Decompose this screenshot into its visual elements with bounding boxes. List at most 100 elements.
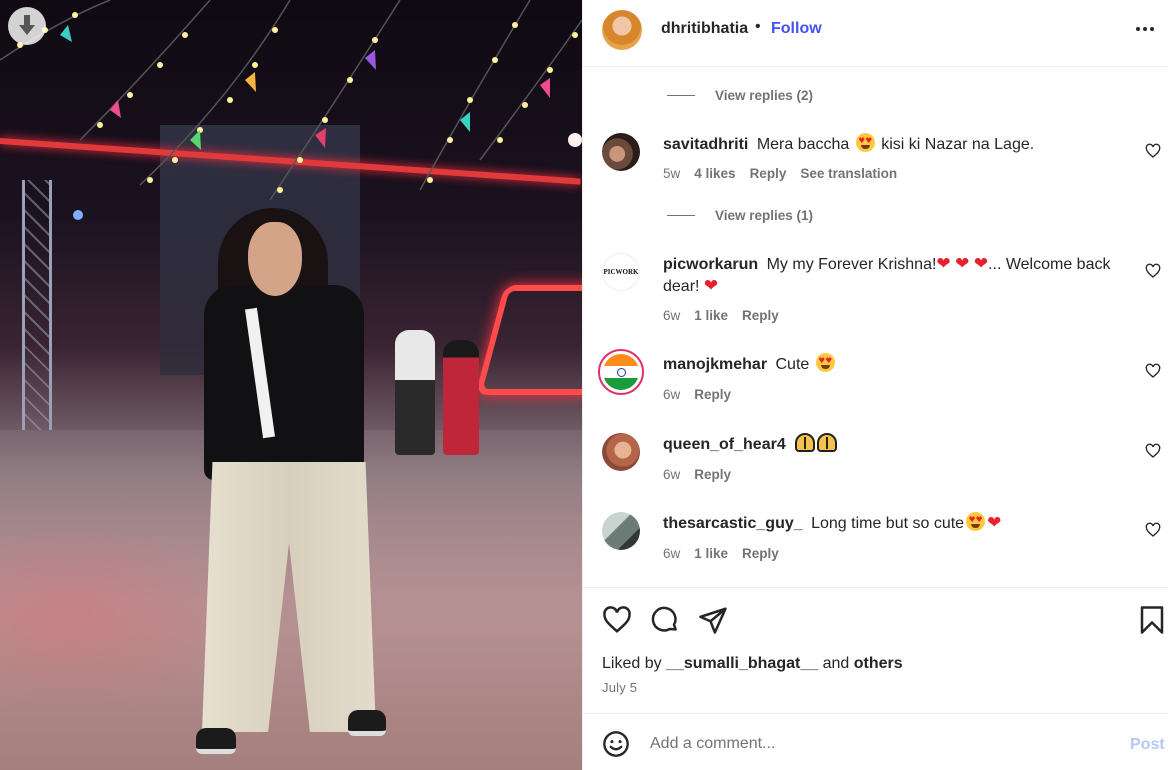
- left-shoe: [196, 728, 236, 754]
- liked-by-others-link[interactable]: others: [854, 655, 903, 672]
- download-button[interactable]: [8, 7, 46, 45]
- post-actions: Liked by __sumalli_bhagat__ and others J…: [583, 587, 1168, 713]
- post-date[interactable]: July 5: [602, 680, 637, 695]
- see-translation-button[interactable]: See translation: [800, 166, 897, 181]
- liked-by-and: and: [822, 655, 850, 672]
- comment-meta: 6w Reply: [663, 467, 731, 482]
- heart-eyes-emoji-icon: [815, 353, 835, 372]
- comment-likes[interactable]: 1 like: [694, 546, 728, 561]
- reply-button[interactable]: Reply: [750, 166, 787, 181]
- heart-eyes-emoji-icon: [855, 133, 875, 152]
- emoji-picker-icon[interactable]: [602, 730, 630, 758]
- heart-eyes-emoji-icon: [966, 512, 986, 531]
- background-person: [443, 340, 479, 455]
- comment-meta: 5w 4 likes Reply See translation: [663, 166, 897, 181]
- comment-text-part: Long time but so cute: [811, 515, 965, 532]
- red-heart-emoji-icon: ❤: [936, 254, 951, 273]
- red-heart-emoji-icon: ❤: [955, 254, 970, 273]
- commenter-avatar[interactable]: [602, 133, 640, 171]
- more-options-button[interactable]: [1131, 17, 1159, 41]
- comment-like-heart-icon[interactable]: [1145, 522, 1161, 538]
- hands-emoji-icon: [795, 433, 816, 452]
- cargo-pants: [202, 462, 376, 732]
- liked-by-summary: Liked by __sumalli_bhagat__ and others: [602, 655, 903, 673]
- picwork-logo-text: PICWORK: [603, 268, 639, 276]
- reply-button[interactable]: Reply: [742, 308, 779, 323]
- commenter-avatar[interactable]: PICWORK: [602, 253, 640, 291]
- comment-input[interactable]: [650, 730, 1090, 758]
- author-username[interactable]: dhritibhatia: [661, 20, 748, 38]
- comment-text-part: Mera baccha: [756, 136, 850, 153]
- commenter-avatar[interactable]: [602, 433, 640, 471]
- comment-time[interactable]: 6w: [663, 308, 680, 323]
- commenter-avatar[interactable]: [602, 512, 640, 550]
- post-header: dhritibhatia • Follow: [583, 0, 1168, 67]
- view-replies-label: View replies (2): [715, 88, 814, 103]
- comment-text: queen_of_hear4: [663, 433, 1133, 455]
- view-replies-button[interactable]: View replies (2): [667, 88, 813, 103]
- chakra-icon: [616, 367, 626, 377]
- comment-meta: 6w Reply: [663, 387, 731, 402]
- reply-button[interactable]: Reply: [742, 546, 779, 561]
- liked-by-username[interactable]: __sumalli_bhagat__: [666, 655, 818, 672]
- right-shoe: [348, 710, 386, 736]
- post-side-panel: dhritibhatia • Follow View replies (2) s…: [582, 0, 1168, 770]
- comment-time[interactable]: 5w: [663, 166, 680, 181]
- reply-button[interactable]: Reply: [694, 467, 731, 482]
- share-send-icon[interactable]: [698, 605, 728, 635]
- comment-time[interactable]: 6w: [663, 546, 680, 561]
- comments-list[interactable]: View replies (2) savitadhriti Mera bacch…: [583, 67, 1168, 587]
- commenter-username[interactable]: manojkmehar: [663, 356, 767, 373]
- comment-time[interactable]: 6w: [663, 387, 680, 402]
- follow-button[interactable]: Follow: [771, 20, 822, 38]
- more-horizontal-icon: [1136, 27, 1140, 31]
- commenter-username[interactable]: savitadhriti: [663, 136, 748, 153]
- comment-likes[interactable]: 4 likes: [694, 166, 735, 181]
- comment-meta: 6w 1 like Reply: [663, 546, 779, 561]
- liked-by-prefix: Liked by: [602, 655, 662, 672]
- comment-text: picworkarun My my Forever Krishna!❤ ❤ ❤.…: [663, 253, 1133, 297]
- comment-like-heart-icon[interactable]: [1145, 443, 1161, 459]
- like-heart-icon[interactable]: [602, 605, 632, 635]
- save-bookmark-icon[interactable]: [1137, 605, 1167, 635]
- flag-avatar-icon: [603, 354, 639, 390]
- replies-line: [667, 215, 695, 216]
- comment-text: thesarcastic_guy_ Long time but so cute ❤: [663, 512, 1133, 534]
- comment-like-heart-icon[interactable]: [1145, 143, 1161, 159]
- comment-text: manojkmehar Cute: [663, 353, 1133, 375]
- red-heart-emoji-icon: ❤: [703, 276, 719, 295]
- add-comment-bar: Post: [583, 713, 1168, 770]
- subject-person: [196, 200, 392, 770]
- view-replies-button[interactable]: View replies (1): [667, 208, 813, 223]
- comment-bubble-icon[interactable]: [650, 605, 680, 635]
- commenter-username[interactable]: picworkarun: [663, 256, 758, 273]
- comment-text-part: My my Forever Krishna!: [766, 256, 937, 273]
- comment-time[interactable]: 6w: [663, 467, 680, 482]
- comment-text-part: Cute: [775, 356, 810, 373]
- reply-button[interactable]: Reply: [694, 387, 731, 402]
- face: [248, 222, 302, 296]
- commenter-username[interactable]: queen_of_hear4: [663, 436, 786, 453]
- hands-emoji-icon: [817, 433, 838, 452]
- comment-meta: 6w 1 like Reply: [663, 308, 779, 323]
- neon-frame: [475, 285, 582, 395]
- red-heart-emoji-icon: ❤: [973, 254, 989, 273]
- background-people: [395, 330, 485, 470]
- comment-text-part: kisi ki Nazar na Lage.: [881, 136, 1035, 153]
- commenter-username[interactable]: thesarcastic_guy_: [663, 515, 803, 532]
- comment-like-heart-icon[interactable]: [1145, 263, 1161, 279]
- post-photo[interactable]: [0, 0, 582, 770]
- comment-text: savitadhriti Mera baccha kisi ki Nazar n…: [663, 133, 1133, 155]
- replies-line: [667, 95, 695, 96]
- download-arrow-icon: [19, 15, 35, 35]
- comment-like-heart-icon[interactable]: [1145, 363, 1161, 379]
- black-shirt: [204, 285, 364, 480]
- background-person: [395, 330, 435, 455]
- view-replies-label: View replies (1): [715, 208, 814, 223]
- separator-dot: •: [755, 18, 761, 35]
- author-avatar[interactable]: [602, 10, 642, 50]
- comment-likes[interactable]: 1 like: [694, 308, 728, 323]
- red-heart-emoji-icon: ❤: [987, 513, 1002, 532]
- commenter-avatar-story-ring[interactable]: [598, 349, 644, 395]
- post-comment-button[interactable]: Post: [1130, 736, 1165, 754]
